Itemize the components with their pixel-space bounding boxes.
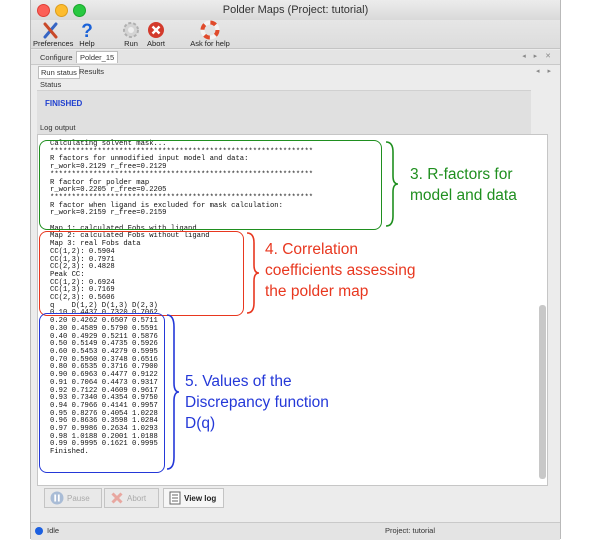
pause-button[interactable]: Pause <box>44 488 102 508</box>
abort-toolbar-button[interactable]: Abort <box>143 20 169 48</box>
toolbar: Preferences ? Help Run Abort Ask for hel… <box>31 20 560 49</box>
status-panel: FINISHED <box>37 90 531 137</box>
run-label: Run <box>124 39 138 48</box>
preferences-label: Preferences <box>33 39 74 48</box>
status-dot-icon <box>35 527 43 535</box>
svg-text:?: ? <box>81 21 93 40</box>
view-log-button[interactable]: View log <box>163 488 224 508</box>
rfactors-annotation-line1: 3. R-factors for <box>410 166 513 183</box>
abort-button[interactable]: Abort <box>104 488 159 508</box>
lifebuoy-icon <box>200 20 220 40</box>
rfactors-annotation: 3. R-factors for model and data <box>410 164 517 206</box>
run-button[interactable]: Run <box>119 20 143 48</box>
project-status: Project: tutorial <box>385 526 436 535</box>
tab-bar: Configure Polder_15 ◂ ▸ ✕ <box>31 50 560 65</box>
discrepancy-brace <box>166 314 180 470</box>
abort-label: Abort <box>147 39 165 48</box>
tab-scroll-arrows[interactable]: ◂ ▸ ✕ <box>522 52 554 60</box>
status-label: Status <box>40 80 62 89</box>
ask-for-help-label: Ask for help <box>190 39 230 48</box>
correlation-annotation-line1: 4. Correlation <box>265 241 359 258</box>
preferences-icon <box>43 22 58 39</box>
abort-button-label: Abort <box>127 493 147 503</box>
rfactors-highlight-box <box>39 140 382 230</box>
rfactors-annotation-line2: model and data <box>410 187 517 204</box>
correlation-highlight-box <box>39 231 244 316</box>
subtab-bar: Run status Results ◂ ▸ <box>31 65 560 79</box>
title-bar: Polder Maps (Project: tutorial) <box>31 0 560 21</box>
discrepancy-annotation-line1: 5. Values of the <box>185 373 292 390</box>
run-icon <box>123 22 139 38</box>
view-log-label: View log <box>184 493 217 503</box>
pause-icon <box>50 491 64 505</box>
correlation-annotation: 4. Correlation coefficients assessing th… <box>265 239 416 302</box>
ask-for-help-button[interactable]: Ask for help <box>185 20 235 48</box>
log-output-label: Log output <box>40 123 76 132</box>
help-label: Help <box>79 39 95 48</box>
rfactors-brace <box>385 141 399 227</box>
discrepancy-highlight-box <box>39 313 165 473</box>
discrepancy-annotation-line2: Discrepancy function <box>185 394 329 411</box>
correlation-annotation-line2: coefficients assessing <box>265 262 416 279</box>
status-value: FINISHED <box>45 99 83 108</box>
correlation-brace <box>246 232 260 314</box>
log-scrollbar[interactable] <box>539 305 546 479</box>
subtab-results[interactable]: Results <box>77 66 106 77</box>
help-button[interactable]: ? Help <box>75 20 99 48</box>
discrepancy-annotation: 5. Values of the Discrepancy function D(… <box>185 371 329 434</box>
pause-label: Pause <box>67 493 90 503</box>
tab-polder[interactable]: Polder_15 <box>76 51 119 63</box>
subtab-run-status[interactable]: Run status <box>38 66 80 79</box>
help-icon: ? <box>81 21 93 40</box>
tab-configure[interactable]: Configure <box>37 52 76 63</box>
status-bar: Idle Project: tutorial <box>31 522 560 540</box>
idle-status: Idle <box>47 526 60 535</box>
correlation-annotation-line3: the polder map <box>265 283 369 300</box>
window-title: Polder Maps (Project: tutorial) <box>222 4 369 16</box>
log-icon <box>169 491 181 505</box>
abort-small-icon <box>111 492 123 504</box>
discrepancy-annotation-line3: D(q) <box>185 415 216 432</box>
abort-icon <box>148 22 164 38</box>
subtab-scroll-arrows[interactable]: ◂ ▸ <box>536 67 554 75</box>
preferences-button[interactable]: Preferences <box>33 20 74 48</box>
